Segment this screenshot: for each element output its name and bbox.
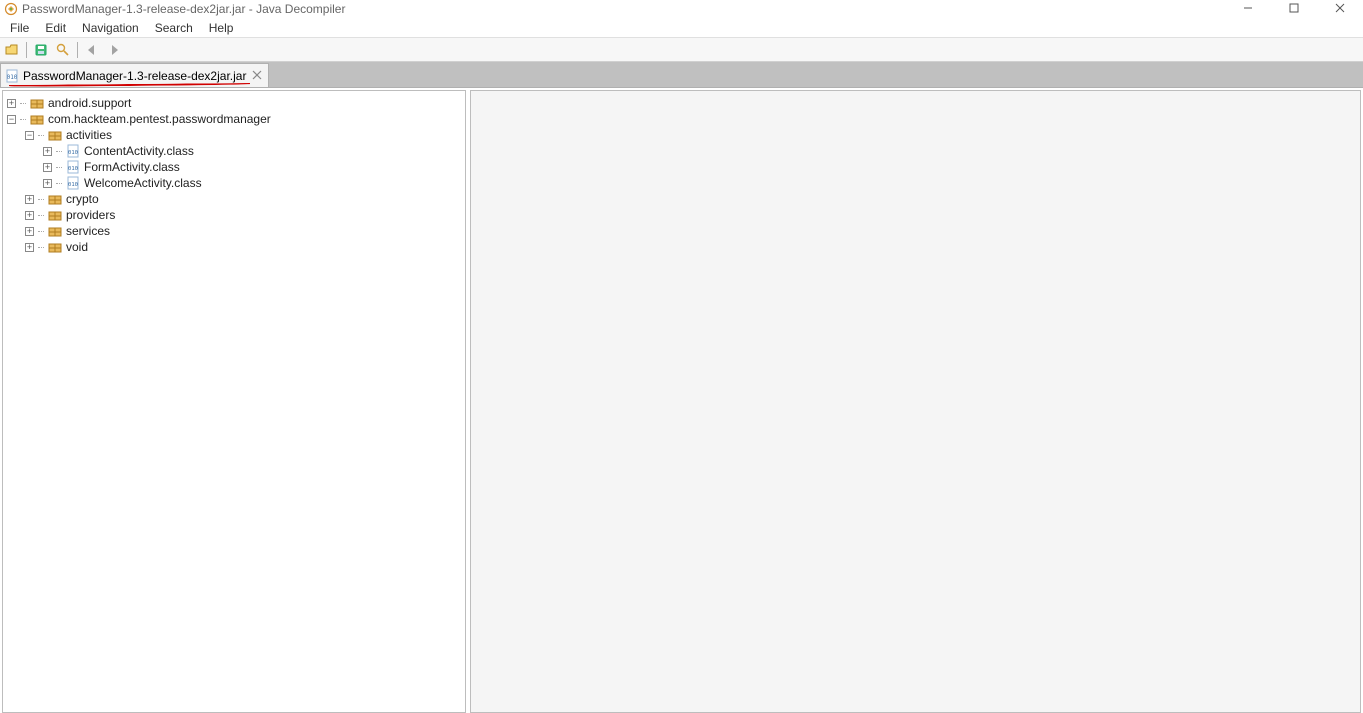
- tree-node-label: services: [66, 224, 110, 238]
- svg-text:010: 010: [68, 166, 78, 172]
- collapse-icon[interactable]: −: [7, 115, 16, 124]
- expander-icon[interactable]: +: [25, 211, 34, 220]
- tree-line: [20, 119, 26, 120]
- window-title: PasswordManager-1.3-release-dex2jar.jar …: [22, 2, 345, 16]
- tree-line: [56, 183, 62, 184]
- close-button[interactable]: [1317, 0, 1363, 18]
- expander-icon[interactable]: +: [25, 195, 34, 204]
- tree-line: [38, 231, 44, 232]
- tree-node-package[interactable]: − activities: [5, 127, 463, 143]
- tree-node-label: providers: [66, 208, 115, 222]
- expander-icon[interactable]: +: [25, 227, 34, 236]
- tree-line: [38, 247, 44, 248]
- package-icon: [48, 224, 62, 238]
- open-file-button[interactable]: [2, 40, 22, 60]
- tree-line: [38, 199, 44, 200]
- tree-line: [56, 151, 62, 152]
- tree-node-package[interactable]: + void: [5, 239, 463, 255]
- editor-tab-label: PasswordManager-1.3-release-dex2jar.jar: [23, 69, 246, 83]
- class-file-icon: 010: [66, 144, 80, 158]
- svg-text:010: 010: [7, 74, 18, 81]
- window-controls: [1225, 0, 1363, 18]
- editor-tab-active[interactable]: 010 PasswordManager-1.3-release-dex2jar.…: [0, 63, 269, 87]
- toolbar: [0, 38, 1363, 62]
- tree-node-label: com.hackteam.pentest.passwordmanager: [48, 112, 271, 126]
- package-icon: [48, 192, 62, 206]
- package-icon: [30, 112, 44, 126]
- nav-forward-button[interactable]: [104, 40, 124, 60]
- tree-node-package[interactable]: + providers: [5, 207, 463, 223]
- expander-icon[interactable]: +: [43, 147, 52, 156]
- class-file-icon: 010: [66, 160, 80, 174]
- search-button[interactable]: [53, 40, 73, 60]
- tree-line: [20, 103, 26, 104]
- package-icon: [48, 128, 62, 142]
- titlebar: PasswordManager-1.3-release-dex2jar.jar …: [0, 0, 1363, 18]
- class-file-icon: 010: [66, 176, 80, 190]
- menu-edit[interactable]: Edit: [37, 19, 74, 37]
- tree-node-package[interactable]: + android.support: [5, 95, 463, 111]
- tree-line: [56, 167, 62, 168]
- menu-file[interactable]: File: [2, 19, 37, 37]
- minimize-button[interactable]: [1225, 0, 1271, 18]
- tree-node-class[interactable]: + 010 ContentActivity.class: [5, 143, 463, 159]
- expander-icon[interactable]: +: [7, 99, 16, 108]
- nav-back-button[interactable]: [82, 40, 102, 60]
- tree-node-label: WelcomeActivity.class: [84, 176, 202, 190]
- tree-line: [38, 215, 44, 216]
- package-icon: [48, 240, 62, 254]
- toolbar-separator: [77, 42, 78, 58]
- expander-icon[interactable]: +: [25, 243, 34, 252]
- tree-node-label: activities: [66, 128, 112, 142]
- jar-file-icon: 010: [5, 69, 19, 83]
- tree-node-class[interactable]: + 010 WelcomeActivity.class: [5, 175, 463, 191]
- annotation-underline: [9, 83, 250, 87]
- tree-node-label: FormActivity.class: [84, 160, 180, 174]
- menu-help[interactable]: Help: [201, 19, 242, 37]
- tree-node-class[interactable]: + 010 FormActivity.class: [5, 159, 463, 175]
- expander-icon[interactable]: +: [43, 179, 52, 188]
- tree-node-package[interactable]: + crypto: [5, 191, 463, 207]
- tree-node-package[interactable]: + services: [5, 223, 463, 239]
- tree-node-label: android.support: [48, 96, 131, 110]
- maximize-button[interactable]: [1271, 0, 1317, 18]
- tabstrip: 010 PasswordManager-1.3-release-dex2jar.…: [0, 62, 1363, 88]
- close-tab-icon[interactable]: [252, 69, 262, 83]
- package-tree-pane[interactable]: + android.support − com.hackteam.pentest…: [2, 90, 466, 713]
- menubar: File Edit Navigation Search Help: [0, 18, 1363, 38]
- main-split: + android.support − com.hackteam.pentest…: [0, 88, 1363, 713]
- svg-text:010: 010: [68, 182, 78, 188]
- menu-search[interactable]: Search: [147, 19, 201, 37]
- package-icon: [30, 96, 44, 110]
- tree-node-label: void: [66, 240, 88, 254]
- toolbar-separator: [26, 42, 27, 58]
- svg-text:010: 010: [68, 150, 78, 156]
- tree-node-package[interactable]: − com.hackteam.pentest.passwordmanager: [5, 111, 463, 127]
- package-icon: [48, 208, 62, 222]
- tree-node-label: ContentActivity.class: [84, 144, 194, 158]
- app-icon: [4, 2, 18, 16]
- tree-node-label: crypto: [66, 192, 99, 206]
- collapse-icon[interactable]: −: [25, 131, 34, 140]
- tree-line: [38, 135, 44, 136]
- expander-icon[interactable]: +: [43, 163, 52, 172]
- save-button[interactable]: [31, 40, 51, 60]
- menu-navigation[interactable]: Navigation: [74, 19, 147, 37]
- editor-content-pane: [470, 90, 1361, 713]
